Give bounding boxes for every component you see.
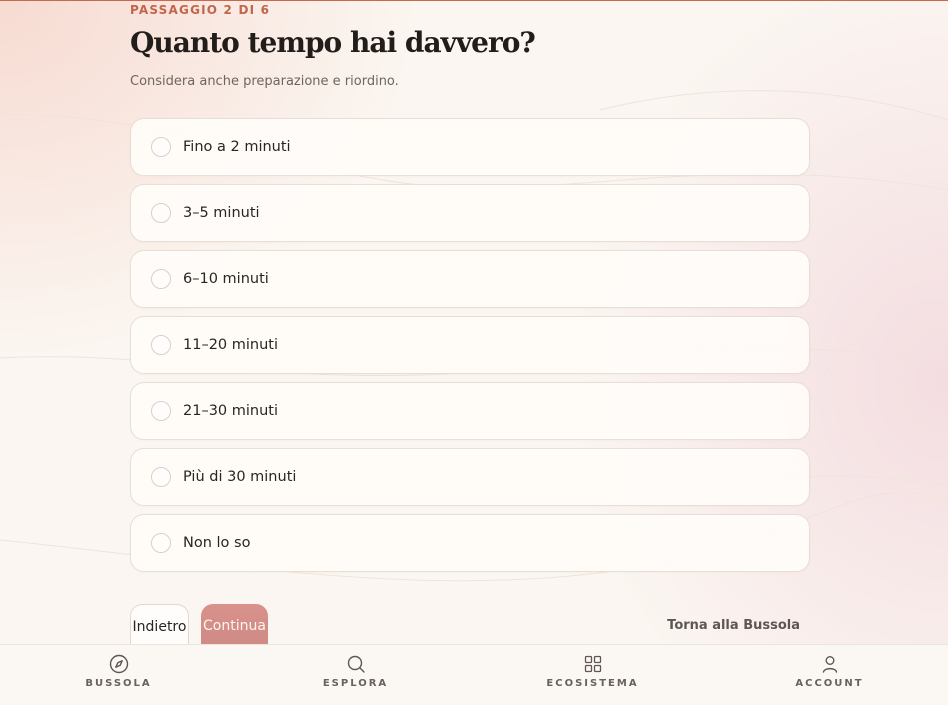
option-label: 21–30 minuti <box>183 403 279 419</box>
user-icon <box>822 656 837 673</box>
bottom-navigation: BUSSOLA ESPLORA ECOSISTEMA ACCOUNT <box>0 644 948 705</box>
option-label: Non lo so <box>183 535 251 551</box>
radio-icon[interactable] <box>151 269 171 289</box>
option-fino-a-2-minuti[interactable]: Fino a 2 minuti <box>130 118 810 176</box>
option-piu-di-30-minuti[interactable]: Più di 30 minuti <box>130 448 810 506</box>
option-11-20-minuti[interactable]: 11–20 minuti <box>130 316 810 374</box>
nav-item-esplora[interactable]: ESPLORA <box>237 645 474 705</box>
compass-icon <box>109 654 128 674</box>
option-label: 6–10 minuti <box>183 271 269 287</box>
return-to-bussola-link[interactable]: Torna alla Bussola <box>667 618 800 633</box>
back-button[interactable]: Indietro <box>130 604 189 648</box>
radio-icon[interactable] <box>151 203 171 223</box>
grid-icon <box>584 655 601 673</box>
radio-icon[interactable] <box>151 335 171 355</box>
continue-button[interactable]: Continua <box>201 604 268 648</box>
radio-icon[interactable] <box>151 401 171 421</box>
page-subtitle: Considera anche preparazione e riordino. <box>130 74 399 89</box>
page-title: Quanto tempo hai davvero? <box>130 26 536 59</box>
nav-label: ESPLORA <box>322 678 389 689</box>
nav-label: BUSSOLA <box>85 678 152 689</box>
option-3-5-minuti[interactable]: 3–5 minuti <box>130 184 810 242</box>
option-non-lo-so[interactable]: Non lo so <box>130 514 810 572</box>
radio-icon[interactable] <box>151 137 171 157</box>
option-6-10-minuti[interactable]: 6–10 minuti <box>130 250 810 308</box>
option-label: Più di 30 minuti <box>183 469 297 485</box>
action-bar: Indietro Continua Torna alla Bussola <box>130 604 810 648</box>
step-indicator: PASSAGGIO 2 DI 6 <box>130 3 271 17</box>
top-accent-line <box>0 0 948 1</box>
options-list: Fino a 2 minuti 3–5 minuti 6–10 minuti 1… <box>130 118 810 580</box>
search-icon <box>347 655 365 673</box>
option-label: 11–20 minuti <box>183 337 279 353</box>
radio-icon[interactable] <box>151 467 171 487</box>
option-label: Fino a 2 minuti <box>183 139 291 155</box>
nav-item-account[interactable]: ACCOUNT <box>711 645 948 705</box>
option-label: 3–5 minuti <box>183 205 260 221</box>
radio-icon[interactable] <box>151 533 171 553</box>
nav-label: ACCOUNT <box>795 678 864 689</box>
option-21-30-minuti[interactable]: 21–30 minuti <box>130 382 810 440</box>
nav-item-bussola[interactable]: BUSSOLA <box>0 645 237 705</box>
nav-label: ECOSISTEMA <box>546 678 639 689</box>
nav-item-ecosistema[interactable]: ECOSISTEMA <box>474 645 711 705</box>
